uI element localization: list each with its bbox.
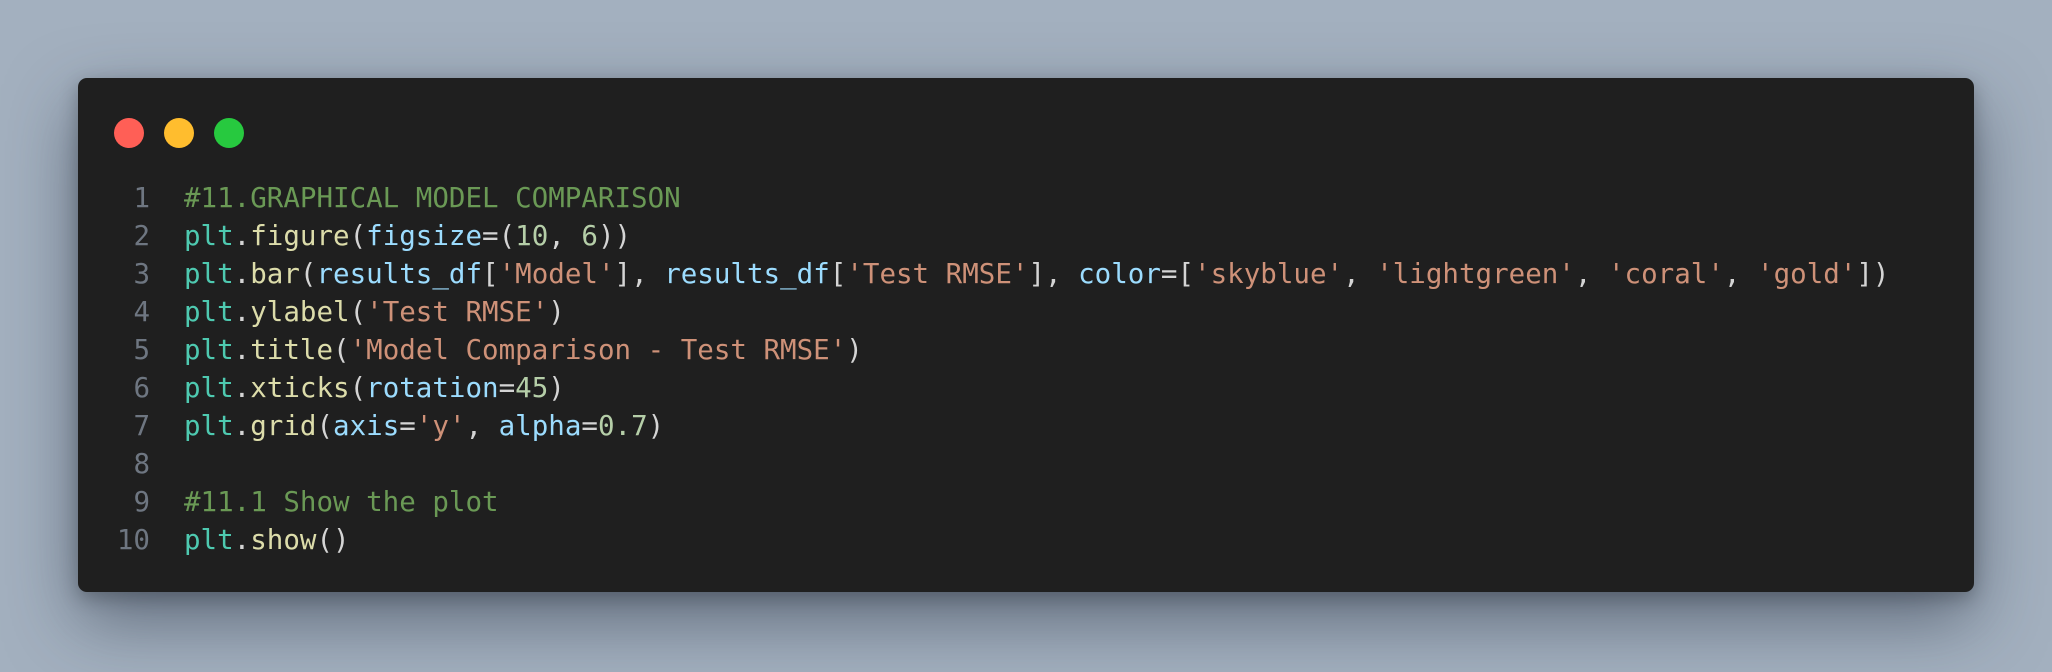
code-line: 1 #11.GRAPHICAL MODEL COMPARISON [78, 179, 1974, 217]
code-token-obj: plt [184, 296, 234, 328]
code-token-param: rotation [366, 372, 499, 404]
code-line: 3 plt.bar(results_df['Model'], results_df… [78, 255, 1974, 293]
code-line: 6 plt.xticks(rotation=45) [78, 369, 1974, 407]
code-token-comment: #11.GRAPHICAL MODEL COMPARISON [184, 182, 681, 214]
code-token-param: color [1078, 258, 1161, 290]
code-token-punct: ) [647, 410, 665, 442]
code-token-param: figsize [366, 220, 483, 252]
code-token-obj: plt [184, 410, 234, 442]
code-token-obj: plt [184, 258, 234, 290]
minimize-window-button[interactable] [164, 118, 194, 148]
code-token-comment: #11.1 Show the plot [184, 486, 499, 518]
code-token-punct: = [399, 410, 416, 442]
code-token-punct: ], [614, 258, 665, 290]
code-token-num: 10 [515, 220, 549, 252]
code-token-punct: . [233, 334, 251, 366]
code-token-punct: ( [316, 410, 334, 442]
code-token-punct: . [233, 410, 251, 442]
code-token-param: alpha [498, 410, 582, 442]
line-number: 10 [116, 524, 150, 556]
line-number: 7 [133, 410, 150, 442]
code-token-punct: =( [482, 220, 516, 252]
line-number: 9 [133, 486, 150, 518]
code-token-punct: ]) [1856, 258, 1890, 290]
code-token-punct: . [233, 258, 251, 290]
code-token-punct: ) [548, 296, 565, 328]
code-token-punct: = [581, 410, 598, 442]
code-token-str: 'y' [415, 410, 466, 442]
code-token-punct: ( [299, 258, 317, 290]
code-token-obj: plt [184, 220, 234, 252]
code-line: 8 [78, 445, 1974, 483]
code-token-func: grid [250, 410, 317, 442]
code-token-str: 'lightgreen' [1376, 258, 1575, 290]
code-token-punct: )) [597, 220, 632, 252]
code-token-punct: ( [333, 334, 350, 366]
code-token-punct: ( [349, 220, 367, 252]
code-token-str: 'Model' [498, 258, 615, 290]
code-line: 10 plt.show() [78, 521, 1974, 559]
code-token-punct: . [233, 372, 251, 404]
code-line: 4 plt.ylabel('Test RMSE') [78, 293, 1974, 331]
line-number: 6 [133, 372, 150, 404]
code-token-punct: ) [846, 334, 863, 366]
code-token-func: figure [250, 220, 350, 252]
code-line: 7 plt.grid(axis='y', alpha=0.7) [78, 407, 1974, 445]
code-token-punct: () [316, 524, 350, 556]
code-token-obj: plt [184, 334, 234, 366]
code-line: 9 #11.1 Show the plot [78, 483, 1974, 521]
code-window: 1 #11.GRAPHICAL MODEL COMPARISON 2 plt.figu… [78, 78, 1974, 592]
close-window-button[interactable] [114, 118, 144, 148]
code-token-punct: , [548, 220, 582, 252]
code-token-str: 'Model Comparison - Test RMSE' [349, 334, 847, 366]
line-number: 1 [133, 182, 150, 214]
code-token-punct: . [233, 296, 251, 328]
code-token-punct: , [465, 410, 499, 442]
code-token-punct: ( [349, 296, 367, 328]
code-token-param: results_df [316, 258, 483, 290]
code-token-num: 6 [581, 220, 598, 252]
line-number: 2 [133, 220, 150, 252]
maximize-window-button[interactable] [214, 118, 244, 148]
code-token-str: 'gold' [1757, 258, 1857, 290]
code-token-punct: =[ [1160, 258, 1195, 290]
code-token-func: xticks [250, 372, 350, 404]
code-token-func: show [250, 524, 317, 556]
code-token-param: axis [333, 410, 400, 442]
code-token-obj: plt [184, 524, 234, 556]
code-token-punct: , [1574, 258, 1608, 290]
code-token-punct: [ [829, 258, 847, 290]
code-token-str: 'Test RMSE' [846, 258, 1029, 290]
line-number: 8 [133, 448, 150, 480]
code-token-punct: . [233, 524, 251, 556]
line-number: 4 [133, 296, 150, 328]
code-token-func: ylabel [250, 296, 350, 328]
code-token-punct: ], [1028, 258, 1079, 290]
code-token-num: 0.7 [597, 410, 648, 442]
code-token-num: 45 [515, 372, 549, 404]
code-token-punct: , [1723, 258, 1758, 290]
code-token-func: bar [250, 258, 300, 290]
code-block: 1 #11.GRAPHICAL MODEL COMPARISON 2 plt.figu… [78, 179, 1974, 559]
code-line: 5 plt.title('Model Comparison - Test RMSE… [78, 331, 1974, 369]
code-token-func: title [250, 334, 334, 366]
line-number: 3 [133, 258, 150, 290]
code-line: 2 plt.figure(figsize=(10, 6)) [78, 217, 1974, 255]
code-token-str: 'coral' [1608, 258, 1724, 290]
code-token-punct: ( [349, 372, 367, 404]
code-token-punct: [ [482, 258, 499, 290]
code-token-punct: ) [548, 372, 565, 404]
line-number: 5 [133, 334, 150, 366]
code-token-param: results_df [664, 258, 830, 290]
code-token-str: 'Test RMSE' [366, 296, 549, 328]
code-token-punct: . [233, 220, 251, 252]
code-token-str: 'skyblue' [1194, 258, 1344, 290]
code-token-obj: plt [184, 372, 234, 404]
code-token-punct: = [498, 372, 516, 404]
code-token-punct: , [1343, 258, 1377, 290]
